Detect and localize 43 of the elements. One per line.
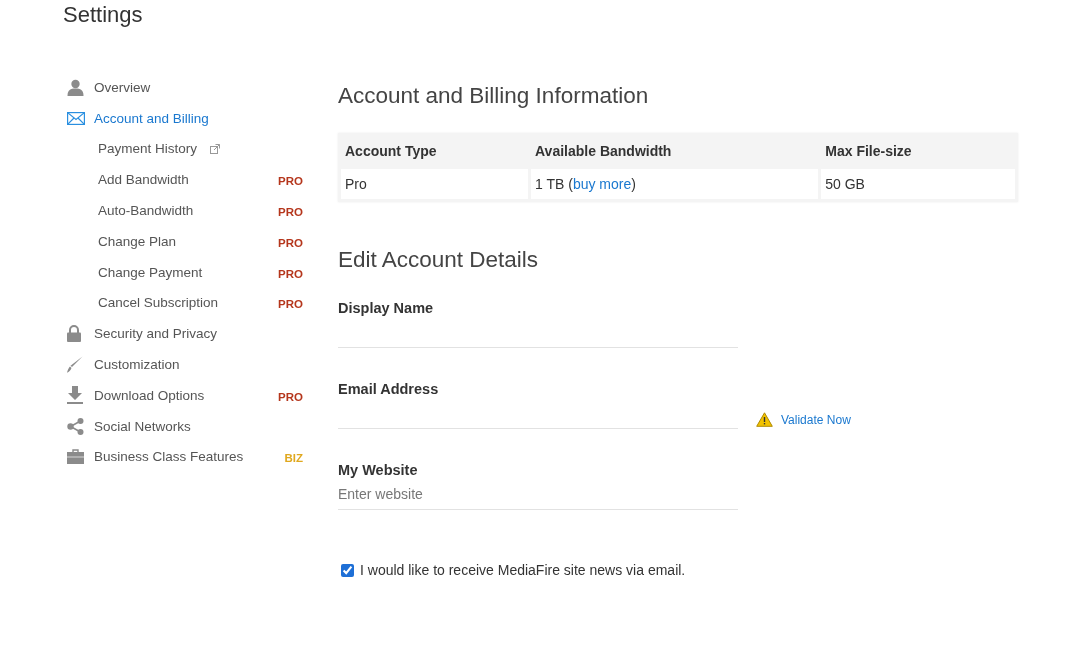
validate-link[interactable]: Validate Now [781,412,851,427]
plan-tier-label: PRO [278,297,303,311]
sidebar-item[interactable]: Download Options PRO [63,379,303,411]
brush-icon [67,356,83,374]
sidebar-item[interactable]: Social Networks [63,410,303,442]
checkbox-label: I would like to receive MediaFire site news via email. [360,562,686,578]
plan-tier-label: BIZ [284,451,303,465]
sidebar-item[interactable]: Customization [63,349,303,380]
sidebar-subitem[interactable]: Cancel Subscription PRO [63,287,303,319]
section-heading: Account and Billing Information [338,82,650,110]
text-field[interactable]: Enter website [338,479,738,510]
envelope-icon [67,111,85,125]
lock-icon [67,325,81,343]
sidebar-item[interactable]: Account and Billing [63,102,303,134]
external-link-icon [210,144,221,154]
buy-more-link[interactable]: buy more [572,176,632,192]
plan-tier-label: PRO [278,235,303,249]
user-icon [67,78,84,96]
download-icon [67,386,83,405]
sidebar-subitem[interactable]: Add Bandwidth PRO [63,164,303,196]
warning-icon [756,412,773,427]
plan-tier-label: PRO [278,205,303,219]
sidebar-item[interactable]: Business Class Features BIZ [63,441,303,473]
page-title: Settings [63,1,144,29]
section-heading: Edit Account Details [338,246,540,274]
table-cell: Pro [341,169,529,199]
share-icon [67,417,84,435]
field-label: Display Name [338,299,435,317]
field-label: Email Address [338,380,440,398]
briefcase-icon [67,449,84,465]
field-label: My Website [338,461,419,479]
plan-tier-label: PRO [278,174,303,188]
sidebar-subitem[interactable]: Payment History [63,133,303,165]
table-cell: 50 GB [821,169,1015,199]
plan-tier-label: PRO [278,266,303,280]
newsletter-checkbox[interactable] [341,563,354,577]
sidebar-item[interactable]: Security and Privacy [63,318,303,350]
table-cell: 1 TB (buy more) [531,169,819,199]
sidebar-subitem[interactable]: Auto-Bandwidth PRO [63,195,303,226]
sidebar-item[interactable]: Overview [63,72,303,103]
sidebar-subitem[interactable]: Change Payment PRO [63,256,303,288]
sidebar-subitem[interactable]: Change Plan PRO [63,226,303,257]
plan-tier-label: PRO [278,389,303,403]
